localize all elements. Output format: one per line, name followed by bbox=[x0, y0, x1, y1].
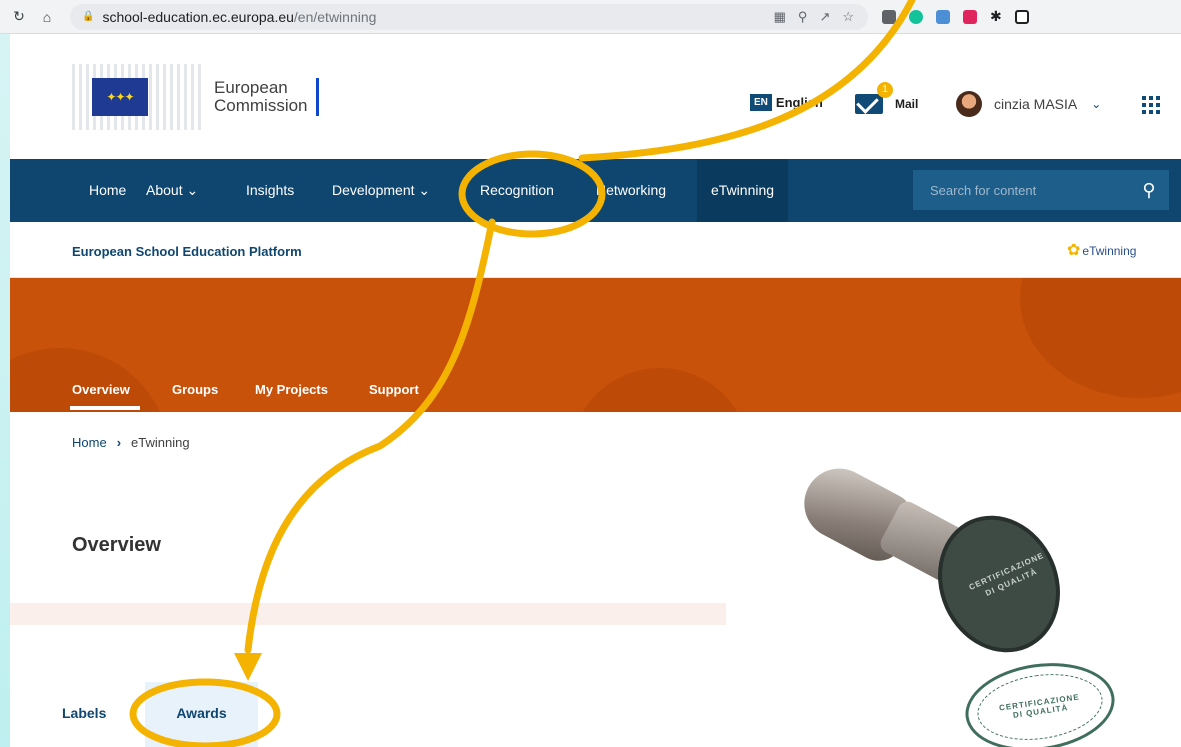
eu-flag-icon: ✦✦✦ bbox=[92, 78, 148, 116]
chevron-down-icon: ⌄ bbox=[418, 182, 431, 198]
sidepanel-icon[interactable] bbox=[1014, 9, 1029, 24]
chevron-down-icon: ⌄ bbox=[1091, 97, 1102, 111]
nav-development-label: Development bbox=[332, 182, 415, 198]
share-icon[interactable]: ↗ bbox=[819, 9, 830, 25]
url-host: school-education.ec.europa.eu bbox=[102, 8, 294, 25]
nav-networking[interactable]: Networking bbox=[596, 159, 666, 222]
search-placeholder: Search for content bbox=[930, 182, 1037, 198]
ec-building-icon: ✦✦✦ bbox=[72, 64, 204, 130]
etwinning-logo[interactable]: ✿ eTwinning bbox=[1067, 240, 1136, 260]
user-menu[interactable]: cinzia MASIA ⌄ bbox=[956, 91, 1101, 117]
active-tab-indicator bbox=[70, 406, 140, 410]
breadcrumb: Home › eTwinning bbox=[72, 435, 190, 450]
search-icon[interactable]: ⚲ bbox=[1129, 170, 1169, 210]
stamp-face-text: CERTIFICAZIONE DI QUALITÀ bbox=[967, 550, 1046, 598]
subnav-my-projects[interactable]: My Projects bbox=[255, 382, 328, 397]
site-header: ✦✦✦ European Commission EN English 1 Mai… bbox=[10, 34, 1181, 159]
lock-icon: 🔒 bbox=[82, 11, 95, 22]
breadcrumb-home[interactable]: Home bbox=[72, 435, 107, 450]
subnav-overview[interactable]: Overview bbox=[72, 382, 130, 397]
nav-home[interactable]: Home bbox=[89, 159, 126, 222]
subnav-groups[interactable]: Groups bbox=[172, 382, 218, 397]
avatar bbox=[956, 91, 982, 117]
stamp-imprint: CERTIFICAZIONE DI QUALITÀ bbox=[959, 653, 1121, 747]
nav-about[interactable]: About ⌄ bbox=[146, 159, 198, 222]
logo-line2: Commission bbox=[214, 96, 308, 115]
hero-decoration bbox=[10, 348, 170, 412]
quality-stamp-illustration: CERTIFICAZIONE DI QUALITÀ CERTIFICAZIONE… bbox=[780, 456, 1140, 747]
mail-icon: 1 bbox=[855, 82, 893, 114]
apps-grid-icon bbox=[1142, 96, 1160, 114]
lang-code-badge: EN bbox=[750, 94, 772, 111]
site-title-bar: European School Education Platform ✿ eTwi… bbox=[10, 222, 1181, 278]
logo-divider bbox=[315, 78, 319, 116]
language-switcher[interactable]: EN English bbox=[750, 94, 823, 111]
reload-icon[interactable]: ↻ bbox=[8, 8, 30, 25]
extension-icon[interactable] bbox=[882, 9, 896, 24]
section-divider bbox=[10, 603, 726, 625]
search-input[interactable]: Search for content ⚲ bbox=[913, 170, 1169, 210]
nav-recognition[interactable]: Recognition bbox=[480, 159, 554, 222]
mail-link[interactable]: 1 Mail bbox=[855, 82, 919, 114]
tab-labels[interactable]: Labels bbox=[62, 682, 142, 747]
home-icon[interactable]: ⌂ bbox=[36, 9, 58, 25]
hero-decoration bbox=[1020, 278, 1181, 398]
chevron-down-icon: ⌄ bbox=[186, 182, 199, 198]
url-path: /en/etwinning bbox=[293, 8, 377, 25]
mail-label: Mail bbox=[895, 97, 919, 111]
translate-icon[interactable]: ▦ bbox=[774, 9, 786, 25]
browser-toolbar: ↻ ⌂ 🔒 school-education.ec.europa.eu/en/e… bbox=[0, 0, 1181, 34]
user-name: cinzia MASIA bbox=[994, 96, 1078, 112]
etwinning-mark-icon: ✿ bbox=[1067, 242, 1081, 259]
chevron-right-icon: › bbox=[116, 435, 122, 450]
zoom-icon[interactable]: ⚲ bbox=[798, 9, 808, 25]
site-title[interactable]: European School Education Platform bbox=[72, 244, 302, 259]
apps-menu[interactable] bbox=[1142, 96, 1160, 114]
lang-label: English bbox=[775, 95, 823, 110]
grammarly-icon[interactable] bbox=[909, 9, 923, 24]
extension-icon[interactable] bbox=[936, 9, 950, 24]
address-bar[interactable]: 🔒 school-education.ec.europa.eu/en/etwin… bbox=[70, 3, 868, 30]
page-title: Overview bbox=[72, 534, 161, 556]
nav-about-label: About bbox=[146, 182, 183, 198]
mail-count-badge: 1 bbox=[877, 82, 893, 98]
hero-banner: Overview Groups My Projects Support bbox=[10, 278, 1181, 412]
etwinning-logo-text: eTwinning bbox=[1082, 244, 1137, 258]
bookmark-star-icon[interactable]: ☆ bbox=[842, 9, 854, 25]
ec-logo[interactable]: ✦✦✦ European Commission bbox=[72, 64, 319, 130]
pocket-icon[interactable] bbox=[963, 9, 977, 24]
main-navigation: Home About ⌄ Insights Development ⌄ Reco… bbox=[10, 159, 1181, 222]
web-page: ✦✦✦ European Commission EN English 1 Mai… bbox=[10, 34, 1181, 747]
breadcrumb-current: eTwinning bbox=[131, 435, 190, 450]
logo-line1: European bbox=[214, 78, 288, 97]
nav-etwinning[interactable]: eTwinning bbox=[697, 159, 789, 222]
tab-awards[interactable]: Awards bbox=[145, 682, 258, 747]
subnav-support[interactable]: Support bbox=[369, 382, 419, 397]
hero-decoration bbox=[570, 368, 750, 412]
nav-development[interactable]: Development ⌄ bbox=[332, 159, 430, 222]
logo-text: European Commission bbox=[214, 79, 308, 115]
puzzle-icon[interactable]: ✱ bbox=[990, 8, 1002, 25]
nav-insights[interactable]: Insights bbox=[246, 159, 294, 222]
stamp-imprint-inner: CERTIFICAZIONE DI QUALITÀ bbox=[973, 666, 1107, 747]
